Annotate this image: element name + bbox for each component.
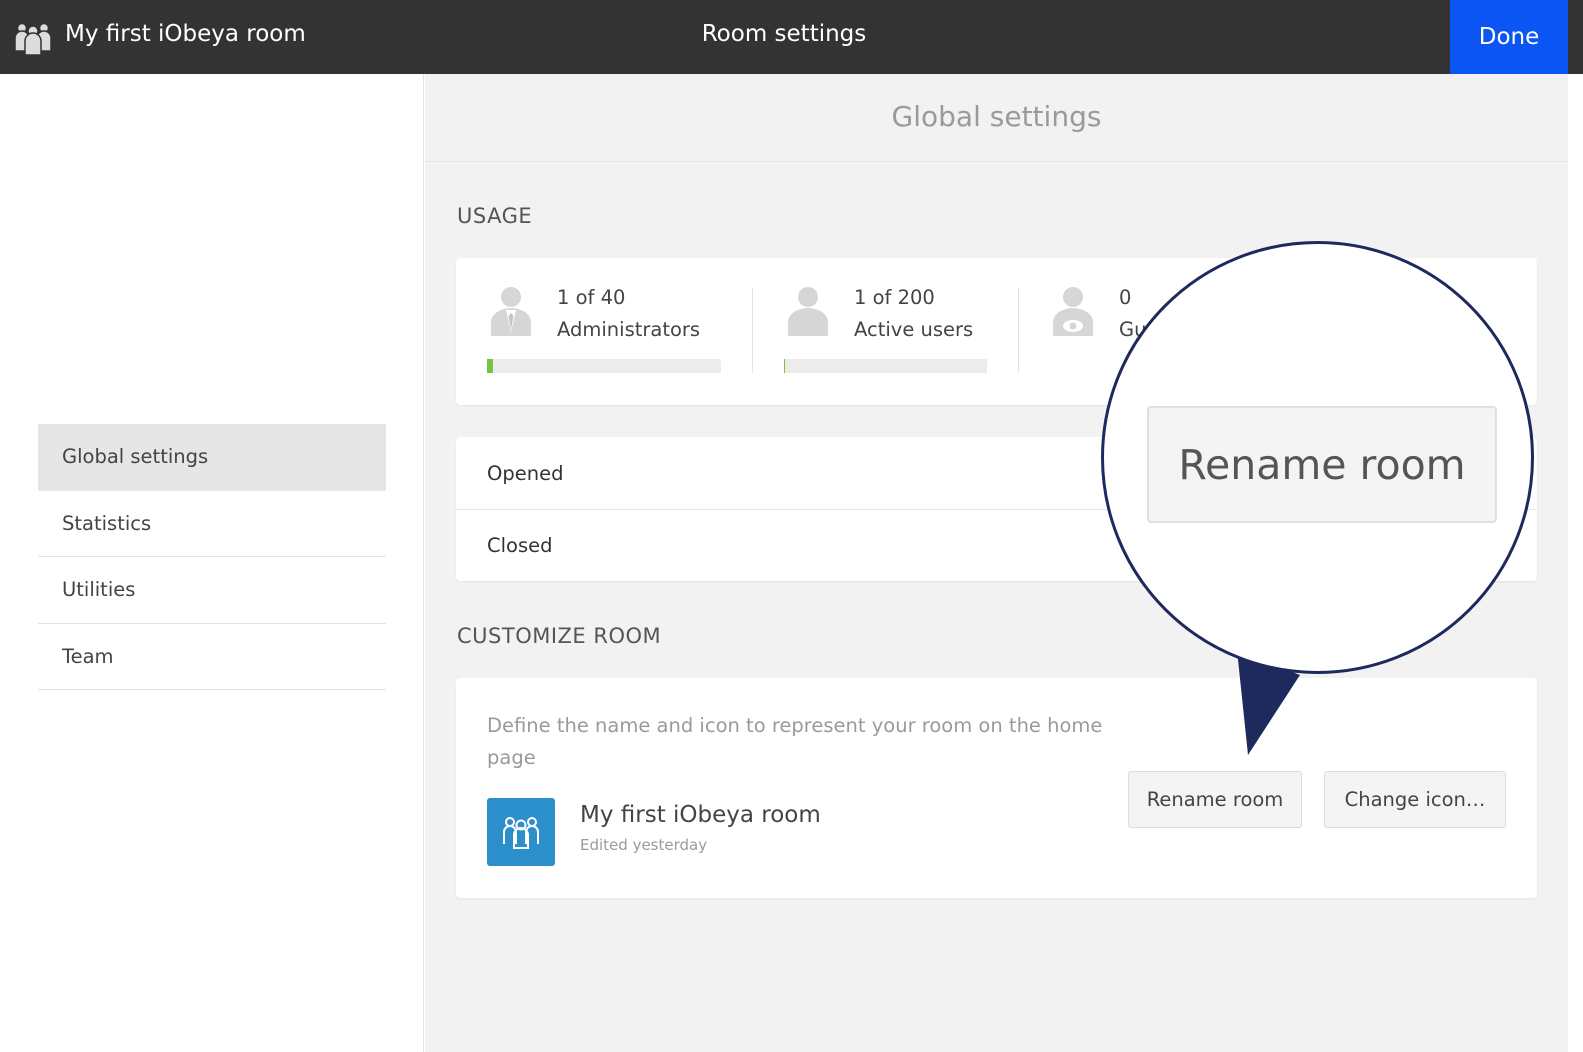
divider	[1018, 288, 1019, 373]
zoomed-rename-room-button[interactable]: Rename room	[1147, 406, 1497, 523]
customize-description: Define the name and icon to represent yo…	[487, 714, 1103, 769]
usage-progress-bar	[784, 359, 987, 373]
usage-progress-fill	[487, 359, 493, 373]
usage-label: Administrators	[557, 318, 701, 341]
top-bar: My first iObeya room Room settings Done	[0, 0, 1583, 74]
user-icon	[784, 286, 832, 342]
sidebar-item-statistics[interactable]: Statistics	[38, 491, 386, 557]
usage-label: Active users	[854, 318, 974, 341]
room-name: My first iObeya room	[65, 21, 306, 47]
customize-card: Define the name and icon to represent yo…	[456, 678, 1537, 898]
customize-title: CUSTOMIZE ROOM	[457, 624, 662, 648]
sidebar: Global settings Statistics Utilities Tea…	[0, 74, 424, 1052]
usage-title: USAGE	[457, 204, 533, 228]
usage-progress-fill	[784, 359, 785, 373]
done-button[interactable]: Done	[1450, 0, 1568, 74]
team-icon	[13, 18, 53, 58]
room-name-preview: My first iObeya room	[580, 802, 821, 828]
admin-user-icon	[487, 286, 535, 342]
sidebar-item-utilities[interactable]: Utilities	[38, 557, 386, 624]
usage-count: 1 of 40	[557, 286, 626, 309]
rename-room-button[interactable]: Rename room	[1128, 771, 1302, 828]
sidebar-item-global-settings[interactable]: Global settings	[38, 424, 386, 491]
settings-nav: Global settings Statistics Utilities Tea…	[38, 424, 386, 690]
usage-count: 1 of 200	[854, 286, 935, 309]
usage-count: 0	[1119, 286, 1132, 309]
edited-timestamp: Edited yesterday	[580, 836, 708, 854]
room-icon-preview	[487, 798, 555, 866]
guest-user-icon	[1049, 286, 1097, 342]
usage-progress-bar	[487, 359, 721, 373]
divider	[752, 288, 753, 373]
sidebar-item-team[interactable]: Team	[38, 624, 386, 690]
zoom-circle: Rename room	[1101, 241, 1534, 674]
section-header: Global settings	[425, 74, 1568, 162]
team-icon	[503, 817, 539, 849]
change-icon-button[interactable]: Change icon…	[1324, 771, 1506, 828]
